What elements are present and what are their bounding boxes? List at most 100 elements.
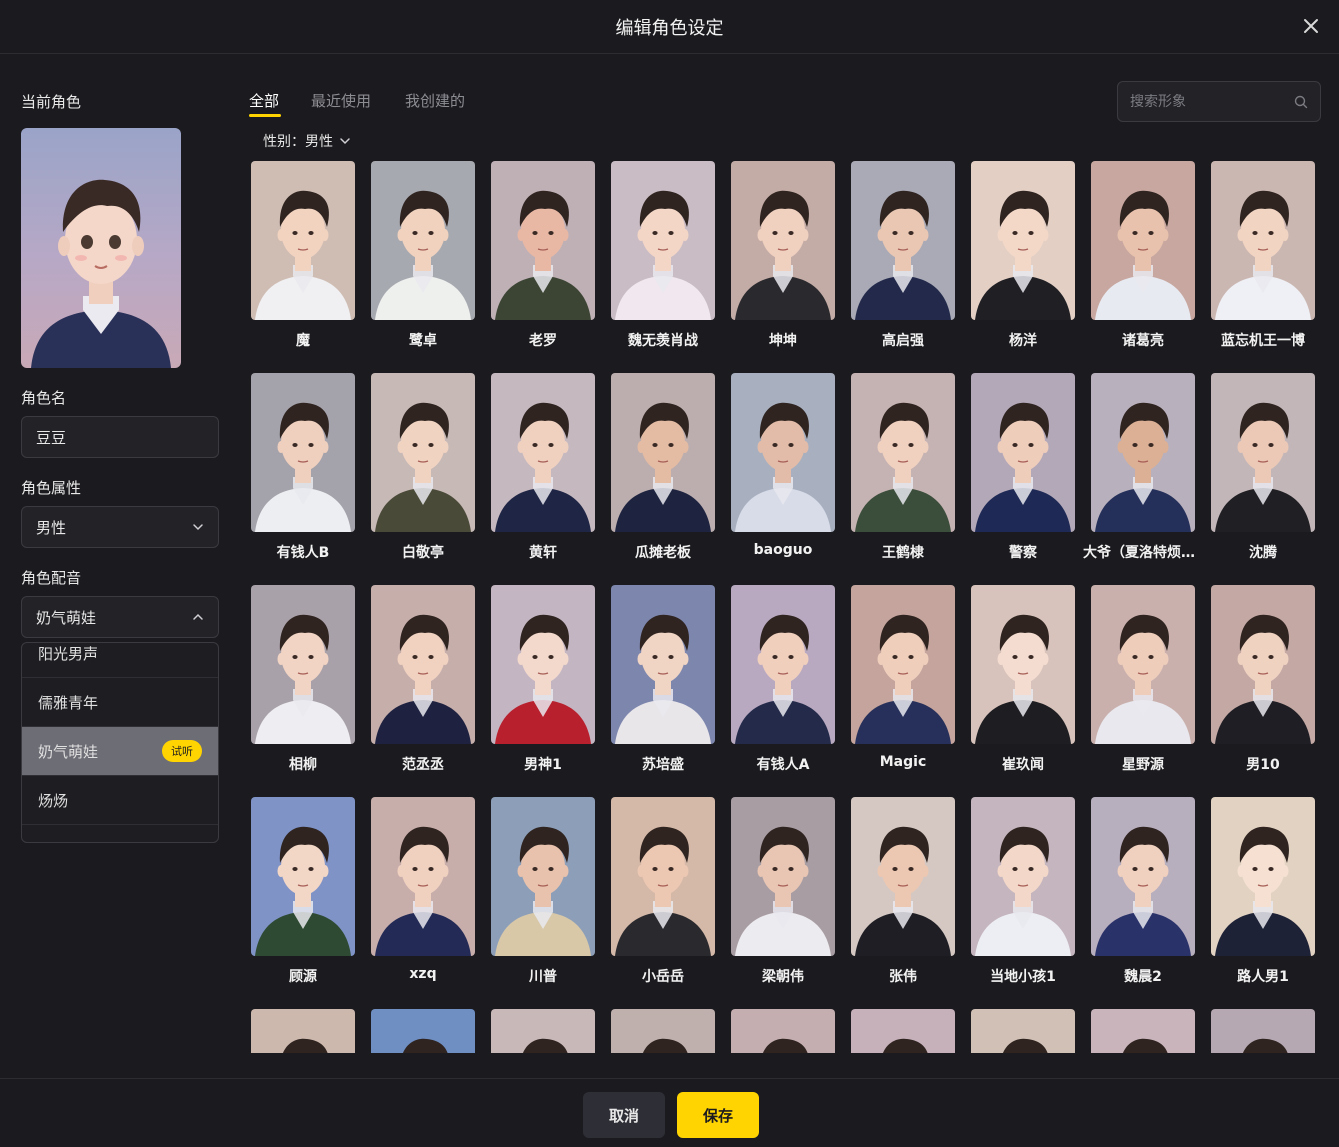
character-portrait [971, 585, 1075, 744]
character-card[interactable] [371, 1009, 475, 1053]
character-card[interactable]: 诸葛亮 [1091, 161, 1195, 351]
preview-badge[interactable]: 试听 [162, 740, 202, 762]
character-card[interactable]: 顾源 [251, 797, 355, 987]
tab-all[interactable]: 全部 [249, 90, 279, 111]
character-card[interactable]: 相柳 [251, 585, 355, 775]
voice-option[interactable]: 阳光男声 [22, 643, 218, 678]
search-box [1117, 81, 1321, 122]
cancel-button[interactable]: 取消 [583, 1092, 665, 1138]
character-grid: 魔 鹭卓 老罗 魏无羡肖战 坤坤 高启强 杨洋 诸葛亮 蓝忘机王一博有钱人B 白敬亭 黄轩 瓜摊老板 b… [251, 161, 1321, 1053]
character-name: 王鹤棣 [882, 545, 924, 561]
voice-option-label: 奶气萌娃 [38, 742, 99, 761]
character-portrait [491, 373, 595, 532]
character-card[interactable]: 魏无羡肖战 [611, 161, 715, 351]
character-card[interactable]: baoguo [731, 373, 835, 563]
character-name: 白敬亭 [402, 545, 444, 561]
character-name: 川普 [529, 969, 557, 985]
role-attr-label: 角色属性 [21, 479, 82, 497]
character-card[interactable] [971, 1009, 1075, 1053]
character-name: 男10 [1246, 757, 1280, 773]
character-card[interactable]: 白敬亭 [371, 373, 475, 563]
character-card[interactable]: 崔玖闻 [971, 585, 1075, 775]
character-card[interactable]: 梁朝伟 [731, 797, 835, 987]
character-portrait [851, 585, 955, 744]
search-icon[interactable] [1294, 95, 1308, 109]
character-card[interactable]: 瓜摊老板 [611, 373, 715, 563]
character-card[interactable]: 当地小孩1 [971, 797, 1075, 987]
character-portrait [971, 373, 1075, 532]
character-portrait [251, 797, 355, 956]
character-portrait [491, 161, 595, 320]
role-attr-value: 男性 [36, 518, 67, 537]
character-name: 蓝忘机王一博 [1221, 333, 1305, 349]
character-card[interactable]: 有钱人A [731, 585, 835, 775]
character-portrait [611, 1009, 715, 1053]
character-card[interactable]: 苏培盛 [611, 585, 715, 775]
character-card[interactable] [251, 1009, 355, 1053]
character-name: 男神1 [524, 757, 562, 773]
character-portrait [491, 797, 595, 956]
character-name: 张伟 [889, 969, 917, 985]
character-card[interactable]: 蓝忘机王一博 [1211, 161, 1315, 351]
character-card[interactable]: Magic [851, 585, 955, 775]
character-card[interactable] [491, 1009, 595, 1053]
tab-recent[interactable]: 最近使用 [311, 90, 371, 111]
character-card[interactable]: 男10 [1211, 585, 1315, 775]
role-name-input[interactable]: 豆豆 [21, 416, 219, 458]
role-attr-select[interactable]: 男性 [21, 506, 219, 548]
character-card[interactable]: 坤坤 [731, 161, 835, 351]
close-icon [1304, 19, 1318, 33]
character-card[interactable]: 路人男1 [1211, 797, 1315, 987]
character-portrait [731, 797, 835, 956]
character-card[interactable] [851, 1009, 955, 1053]
dialog-header: 编辑角色设定 [0, 0, 1339, 54]
gender-filter[interactable]: 性别：男性 [263, 131, 351, 151]
character-card[interactable] [611, 1009, 715, 1053]
character-card[interactable]: 魏晨2 [1091, 797, 1195, 987]
role-voice-select[interactable]: 奶气萌娃 [21, 596, 219, 638]
save-button[interactable]: 保存 [677, 1092, 759, 1138]
voice-dropdown: 阳光男声 儒雅青年 奶气萌娃 试听 炀炀 [21, 642, 219, 843]
close-button[interactable] [1297, 12, 1325, 40]
character-card[interactable]: 男神1 [491, 585, 595, 775]
character-card[interactable]: 大爷（夏洛特烦恼） [1083, 373, 1203, 563]
role-voice-value: 奶气萌娃 [36, 608, 97, 627]
character-card[interactable]: 高启强 [851, 161, 955, 351]
character-card[interactable]: xzq [371, 797, 475, 987]
character-name: 相柳 [289, 757, 317, 773]
character-portrait [1091, 373, 1195, 532]
voice-option-label: 儒雅青年 [38, 693, 99, 712]
character-card[interactable] [731, 1009, 835, 1053]
character-card[interactable]: 鹭卓 [371, 161, 475, 351]
character-card[interactable]: 范丞丞 [371, 585, 475, 775]
character-name: 顾源 [289, 969, 317, 985]
character-portrait [251, 1009, 355, 1053]
search-input[interactable] [1130, 93, 1280, 110]
role-voice-label: 角色配音 [21, 569, 82, 587]
character-card[interactable]: 沈腾 [1211, 373, 1315, 563]
character-portrait [971, 161, 1075, 320]
character-card[interactable]: 小岳岳 [611, 797, 715, 987]
character-card[interactable]: 张伟 [851, 797, 955, 987]
character-card[interactable]: 黄轩 [491, 373, 595, 563]
character-card[interactable]: 杨洋 [971, 161, 1075, 351]
character-card[interactable]: 魔 [251, 161, 355, 351]
character-card[interactable] [1211, 1009, 1315, 1053]
character-portrait [851, 373, 955, 532]
character-card[interactable] [1091, 1009, 1195, 1053]
chevron-down-icon [340, 138, 350, 145]
character-card[interactable]: 星野源 [1091, 585, 1195, 775]
voice-option[interactable]: 儒雅青年 [22, 678, 218, 727]
character-portrait [971, 1009, 1075, 1053]
character-card[interactable]: 川普 [491, 797, 595, 987]
character-name: 范丞丞 [402, 757, 444, 773]
character-portrait [611, 797, 715, 956]
voice-option[interactable]: 炀炀 [22, 776, 218, 825]
character-portrait [1091, 161, 1195, 320]
voice-option-selected[interactable]: 奶气萌娃 试听 [22, 727, 218, 776]
character-card[interactable]: 有钱人B [251, 373, 355, 563]
character-card[interactable]: 警察 [971, 373, 1075, 563]
tab-created[interactable]: 我创建的 [405, 90, 465, 111]
character-card[interactable]: 老罗 [491, 161, 595, 351]
character-card[interactable]: 王鹤棣 [851, 373, 955, 563]
